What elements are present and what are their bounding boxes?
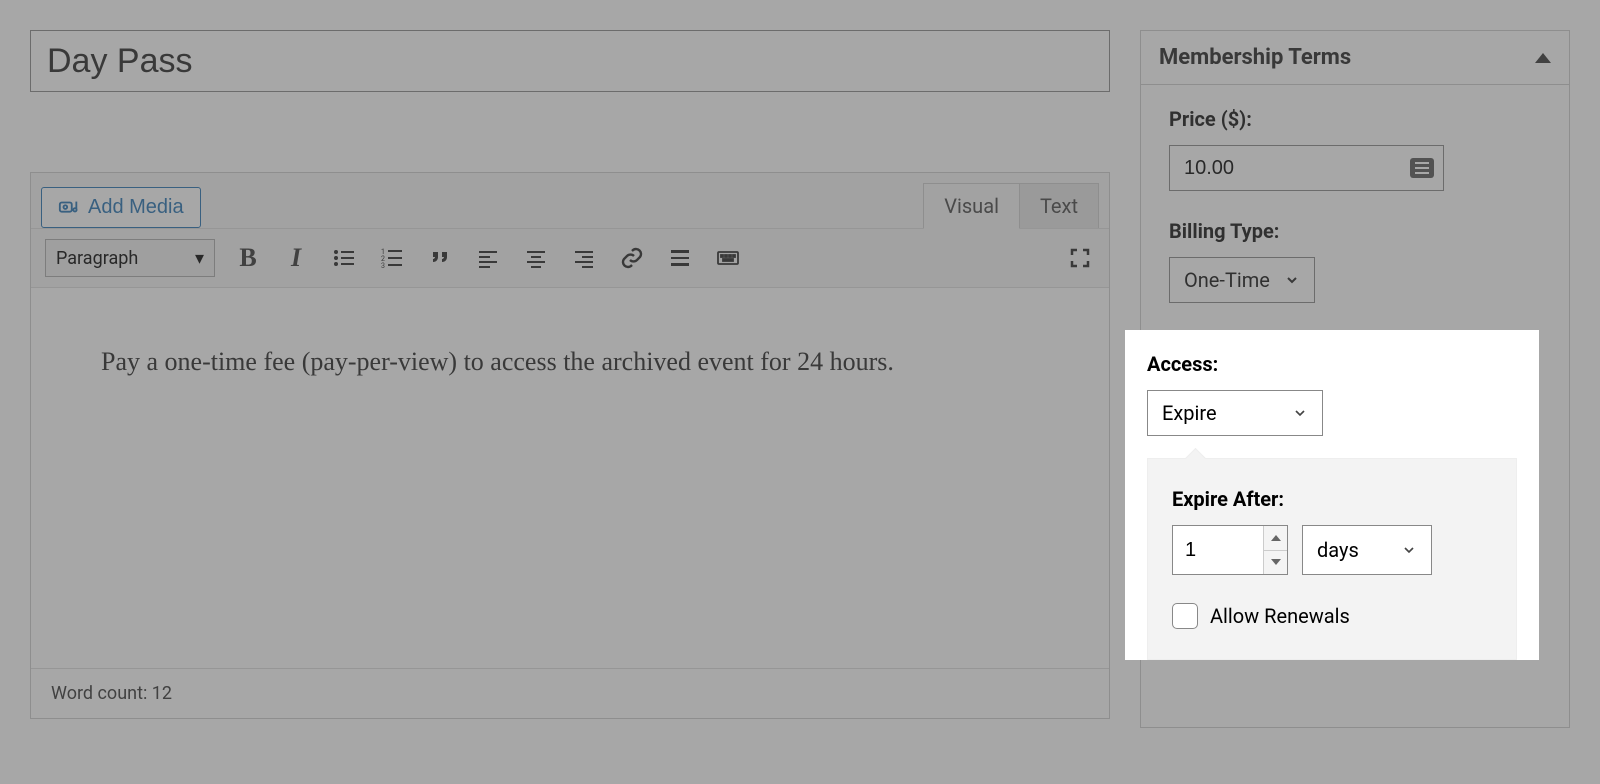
triangle-up-icon — [1535, 53, 1551, 63]
chevron-down-icon — [1401, 542, 1417, 558]
keyboard-toggle-button[interactable] — [713, 243, 743, 273]
card-icon — [1410, 158, 1434, 178]
link-button[interactable] — [617, 243, 647, 273]
editor-content[interactable]: Pay a one-time fee (pay-per-view) to acc… — [31, 288, 1109, 668]
expire-quantity-input[interactable] — [1173, 526, 1263, 574]
chevron-down-icon — [1284, 272, 1300, 288]
block-format-label: Paragraph — [56, 248, 138, 269]
expire-quantity-wrap — [1172, 525, 1288, 575]
access-value: Expire — [1162, 401, 1217, 425]
align-center-button[interactable] — [521, 243, 551, 273]
panel-title: Membership Terms — [1159, 45, 1351, 70]
access-section-highlight: Access: Expire Expire After: days — [1125, 330, 1539, 660]
editor-container: Add Media Visual Text Paragraph ▾ B I — [30, 172, 1110, 719]
editor-toolbar: Paragraph ▾ B I 123 — [31, 228, 1109, 288]
price-label: Price ($): — [1169, 107, 1541, 131]
fullscreen-button[interactable] — [1065, 243, 1095, 273]
align-left-button[interactable] — [473, 243, 503, 273]
add-media-label: Add Media — [88, 196, 184, 219]
billing-type-value: One-Time — [1184, 268, 1270, 292]
italic-button[interactable]: I — [281, 243, 311, 273]
block-format-select[interactable]: Paragraph ▾ — [45, 239, 215, 277]
bold-button[interactable]: B — [233, 243, 263, 273]
expire-unit-select[interactable]: days — [1302, 525, 1432, 575]
svg-text:3: 3 — [381, 262, 385, 270]
allow-renewals-checkbox[interactable] — [1172, 603, 1198, 629]
tab-text[interactable]: Text — [1019, 183, 1099, 228]
tab-visual[interactable]: Visual — [923, 183, 1020, 229]
read-more-button[interactable] — [665, 243, 695, 273]
panel-toggle[interactable]: Membership Terms — [1141, 31, 1569, 85]
chevron-down-icon: ▾ — [195, 248, 204, 269]
allow-renewals-label: Allow Renewals — [1210, 604, 1350, 628]
word-count: Word count: 12 — [51, 683, 172, 704]
camera-music-icon — [58, 197, 80, 219]
editor-status-bar: Word count: 12 — [31, 668, 1109, 718]
editor-mode-tabs: Visual Text — [924, 183, 1099, 228]
expire-settings-box: Expire After: days Allow Renewals — [1147, 458, 1517, 660]
bullet-list-button[interactable] — [329, 243, 359, 273]
stepper-down-button[interactable] — [1264, 550, 1287, 575]
expire-after-label: Expire After: — [1172, 487, 1492, 511]
price-input[interactable] — [1169, 145, 1444, 191]
access-select[interactable]: Expire — [1147, 390, 1323, 436]
chevron-down-icon — [1292, 405, 1308, 421]
numbered-list-button[interactable]: 123 — [377, 243, 407, 273]
post-title-input[interactable] — [30, 30, 1110, 92]
expire-unit-value: days — [1317, 538, 1359, 562]
billing-type-select[interactable]: One-Time — [1169, 257, 1315, 303]
align-right-button[interactable] — [569, 243, 599, 273]
add-media-button[interactable]: Add Media — [41, 187, 201, 228]
blockquote-button[interactable] — [425, 243, 455, 273]
content-text: Pay a one-time fee (pay-per-view) to acc… — [101, 347, 894, 376]
stepper-up-button[interactable] — [1264, 526, 1287, 550]
access-label: Access: — [1147, 352, 1517, 376]
billing-type-label: Billing Type: — [1169, 219, 1541, 243]
